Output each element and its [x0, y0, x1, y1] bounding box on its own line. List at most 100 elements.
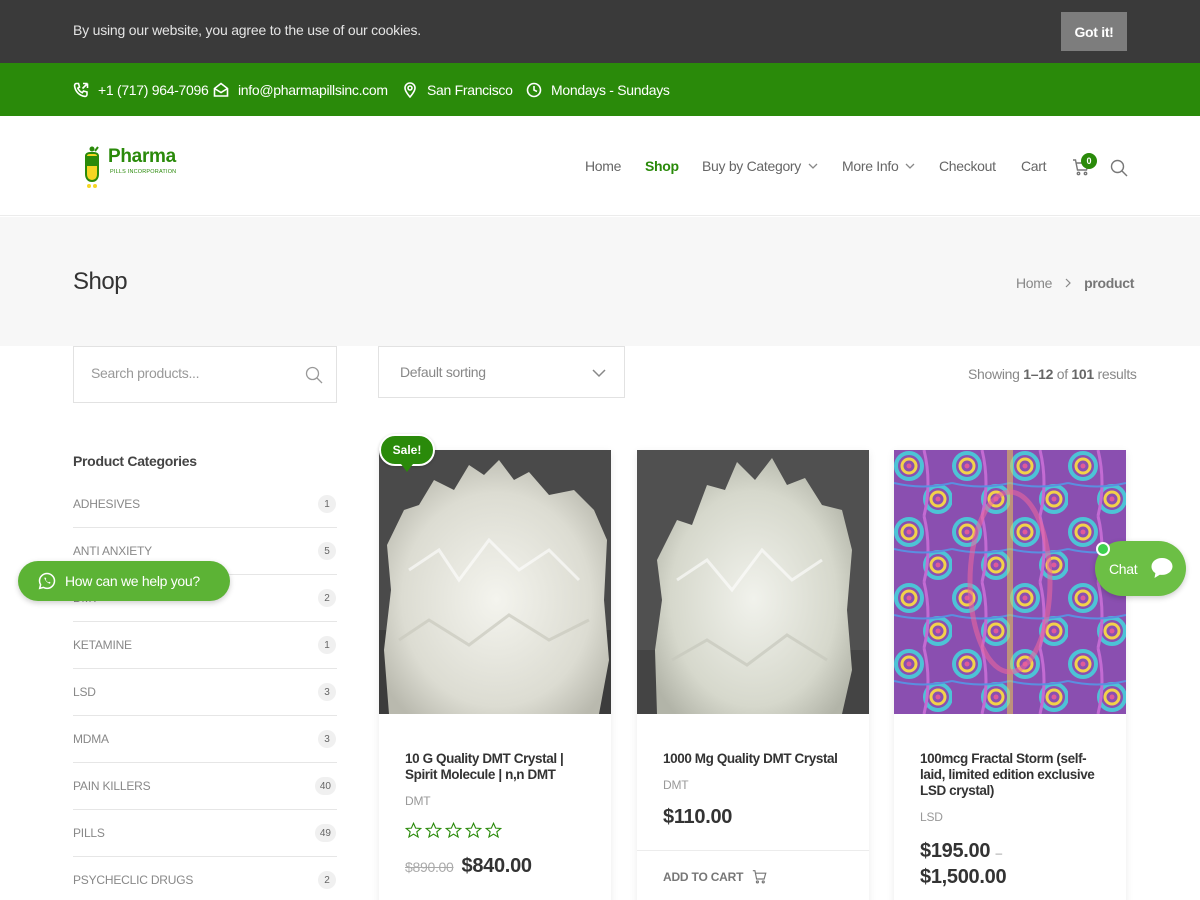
category-name: PAIN KILLERS	[73, 779, 151, 793]
category-count: 2	[318, 589, 336, 607]
result-range: 1–12	[1023, 366, 1054, 382]
category-count: 3	[318, 683, 336, 701]
email-info[interactable]: info@pharmapillsinc.com	[213, 63, 388, 116]
star-icon	[465, 822, 482, 839]
cart-icon	[753, 870, 767, 884]
product-sale-price: $840.00	[461, 855, 533, 877]
category-name: ADHESIVES	[73, 497, 140, 511]
product-price-separator: –	[995, 846, 1002, 860]
product-image[interactable]	[637, 450, 869, 714]
sort-selected-label: Default sorting	[400, 364, 486, 380]
pill-logo-icon	[85, 146, 99, 188]
nav-buy-by-category[interactable]: Buy by Category	[702, 158, 818, 174]
search-icon[interactable]	[305, 366, 323, 384]
nav-checkout[interactable]: Checkout	[939, 158, 996, 174]
category-name: KETAMINE	[73, 638, 132, 652]
hours-text: Mondays - Sundays	[551, 81, 670, 98]
category-name: MDMA	[73, 732, 109, 746]
product-price: $110.00	[663, 806, 733, 828]
clock-icon	[526, 82, 542, 97]
breadcrumb: Home product	[1016, 275, 1134, 291]
chevron-right-icon	[1065, 278, 1072, 288]
product-old-price: $890.00	[405, 859, 454, 875]
product-category[interactable]: LSD	[920, 810, 943, 824]
card-divider	[637, 850, 869, 851]
category-count: 1	[318, 636, 336, 654]
page-title: Shop	[73, 268, 128, 295]
nav-buy-by-category-label: Buy by Category	[702, 158, 801, 174]
cookie-accept-button[interactable]: Got it!	[1061, 12, 1127, 51]
category-item[interactable]: KETAMINE 1	[73, 622, 337, 669]
category-item[interactable]: PAIN KILLERS 40	[73, 763, 337, 810]
product-image[interactable]	[379, 450, 611, 714]
category-count: 2	[318, 871, 336, 889]
mail-icon	[213, 81, 229, 97]
category-item[interactable]: PILLS 49	[73, 810, 337, 857]
breadcrumb-current: product	[1084, 275, 1135, 291]
category-list: ADHESIVES1 ANTI ANXIETY5 DMT2 KETAMINE1 …	[73, 481, 337, 900]
search-icon[interactable]	[1110, 159, 1128, 177]
whatsapp-help-label: How can we help you?	[65, 573, 200, 589]
hours-info: Mondays - Sundays	[526, 63, 670, 116]
product-category[interactable]: DMT	[405, 794, 431, 808]
site-logo[interactable]: Pharma PILLS INCORPORATION	[80, 144, 190, 190]
email-address: info@pharmapillsinc.com	[238, 81, 388, 98]
phone-number: +1 (717) 964-7096	[98, 81, 209, 98]
star-icon	[485, 822, 502, 839]
category-item[interactable]: PSYCHECLIC DRUGS 2	[73, 857, 337, 900]
product-name[interactable]: 100mcg Fractal Storm (self-laid, limited…	[920, 751, 1110, 799]
chat-bubble-icon	[1151, 558, 1173, 578]
sort-select[interactable]: Default sorting	[378, 346, 625, 398]
star-icon	[425, 822, 442, 839]
product-card: 1000 Mg Quality DMT Crystal DMT $110.00 …	[637, 450, 869, 900]
location-text: San Francisco	[427, 81, 513, 98]
result-suffix: results	[1097, 366, 1137, 382]
nav-more-info[interactable]: More Info	[842, 158, 915, 174]
category-count: 1	[318, 495, 336, 513]
nav-home[interactable]: Home	[585, 158, 621, 174]
product-price-max: $1,500.00	[920, 866, 1007, 888]
category-count: 3	[318, 730, 336, 748]
add-to-cart-button[interactable]: ADD TO CART	[663, 869, 767, 884]
cookie-text: By using our website, you agree to the u…	[73, 22, 421, 38]
breadcrumb-home[interactable]: Home	[1016, 275, 1052, 291]
nav-more-info-label: More Info	[842, 158, 899, 174]
product-name[interactable]: 10 G Quality DMT Crystal | Spirit Molecu…	[405, 751, 595, 783]
result-total: 101	[1071, 366, 1094, 382]
nav-cart[interactable]: Cart	[1021, 158, 1047, 174]
category-name: LSD	[73, 685, 96, 699]
result-count: Showing 1–12 of 101 results	[968, 366, 1137, 382]
result-of: of	[1056, 366, 1068, 382]
whatsapp-help-button[interactable]: How can we help you?	[18, 561, 230, 601]
category-item[interactable]: ADHESIVES 1	[73, 481, 337, 528]
category-name: PILLS	[73, 826, 105, 840]
product-card: 100mcg Fractal Storm (self-laid, limited…	[894, 450, 1126, 900]
category-count: 40	[314, 777, 336, 795]
product-card: 10 G Quality DMT Crystal | Spirit Molecu…	[379, 450, 611, 900]
add-to-cart-label: ADD TO CART	[663, 869, 744, 884]
star-icon	[405, 822, 422, 839]
online-status-dot	[1096, 542, 1110, 556]
cookie-bar: By using our website, you agree to the u…	[0, 0, 1200, 63]
chevron-down-icon	[905, 163, 915, 169]
product-price: $890.00 $840.00	[405, 855, 532, 878]
category-item[interactable]: MDMA 3	[73, 716, 337, 763]
category-item[interactable]: LSD 3	[73, 669, 337, 716]
chat-label: Chat	[1109, 560, 1138, 577]
product-price-range: $195.00 – $1,500.00	[920, 839, 1007, 889]
nav-shop[interactable]: Shop	[645, 158, 679, 174]
categories-heading: Product Categories	[73, 453, 197, 469]
product-category[interactable]: DMT	[663, 778, 689, 792]
whatsapp-icon	[38, 572, 56, 590]
phone-info[interactable]: +1 (717) 964-7096	[73, 63, 209, 116]
map-pin-icon	[404, 81, 416, 98]
product-image[interactable]	[894, 450, 1126, 714]
cart-count-badge: 0	[1081, 153, 1097, 169]
category-count: 5	[318, 542, 336, 560]
contact-bar: +1 (717) 964-7096 info@pharmapillsinc.co…	[0, 63, 1200, 116]
category-name: PSYCHECLIC DRUGS	[73, 873, 194, 887]
product-name[interactable]: 1000 Mg Quality DMT Crystal	[663, 751, 853, 767]
search-input[interactable]	[91, 365, 291, 381]
category-name: ANTI ANXIETY	[73, 544, 152, 558]
star-rating	[405, 822, 502, 839]
